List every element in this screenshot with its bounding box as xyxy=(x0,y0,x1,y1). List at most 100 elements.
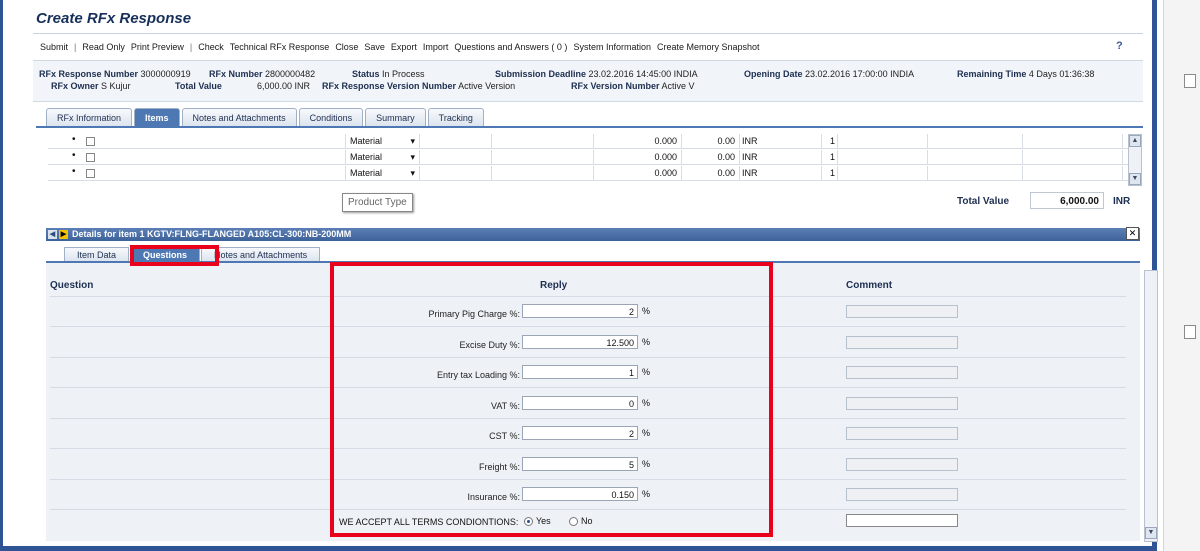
create-memory-snapshot-button[interactable]: Create Memory Snapshot xyxy=(657,42,760,52)
toolbar-separator: | xyxy=(74,42,77,52)
rfx-owner: S Kujur xyxy=(101,81,131,91)
technical-rfx-response-button[interactable]: Technical RFx Response xyxy=(230,42,330,52)
response-version-label: RFx Response Version Number xyxy=(322,81,457,91)
tab-items[interactable]: Items xyxy=(134,108,180,127)
product-type-select[interactable]: Material ▾ xyxy=(348,134,420,148)
grid-cell[interactable] xyxy=(492,166,594,180)
status-value: In Process xyxy=(382,69,425,79)
terms-comment-input[interactable] xyxy=(846,514,958,527)
item-description-cell[interactable] xyxy=(128,134,346,148)
price-cell[interactable]: 0.00 xyxy=(682,166,740,180)
check-button[interactable]: Check xyxy=(198,42,224,52)
grid-cell[interactable] xyxy=(420,150,492,164)
details-title: Details for item 1 KGTV:FLNG-FLANGED A10… xyxy=(72,229,352,239)
unit-cell[interactable]: 1 xyxy=(822,166,838,180)
rfx-response-number-label: RFx Response Number xyxy=(39,69,139,79)
product-type-value: Material xyxy=(350,168,383,178)
tab-rfx-information[interactable]: RFx Information xyxy=(46,108,133,127)
grid-cell[interactable] xyxy=(928,150,1023,164)
scroll-up-icon[interactable]: ▲ xyxy=(1129,135,1141,147)
import-button[interactable]: Import xyxy=(423,42,449,52)
save-button[interactable]: Save xyxy=(364,42,385,52)
submit-button[interactable]: Submit xyxy=(40,42,68,52)
read-only-button[interactable]: Read Only xyxy=(82,42,125,52)
product-type-select[interactable]: Material ▾ xyxy=(348,150,420,164)
details-header: ◀ ▶ Details for item 1 KGTV:FLNG-FLANGED… xyxy=(46,228,1140,241)
dropdown-arrow-icon: ▾ xyxy=(410,152,415,162)
item-description-cell[interactable] xyxy=(128,166,346,180)
primary-pig-charge-comment xyxy=(846,305,958,318)
opening-date-label: Opening Date xyxy=(744,69,803,79)
grid-cell[interactable] xyxy=(838,134,928,148)
close-button[interactable]: Close xyxy=(335,42,358,52)
grid-cell[interactable] xyxy=(492,134,594,148)
export-button[interactable]: Export xyxy=(391,42,417,52)
submission-deadline: 23.02.2016 14:45:00 INDIA xyxy=(588,69,698,79)
currency-cell[interactable]: INR xyxy=(740,150,822,164)
side-panel xyxy=(1163,0,1200,551)
grid-cell[interactable] xyxy=(420,166,492,180)
insurance-comment xyxy=(846,488,958,501)
panel-icon[interactable] xyxy=(1184,325,1196,339)
close-icon[interactable]: ✕ xyxy=(1126,227,1139,240)
quantity-cell[interactable]: 0.000 xyxy=(594,166,682,180)
system-information-button[interactable]: System Information xyxy=(573,42,651,52)
price-cell[interactable]: 0.00 xyxy=(682,150,740,164)
questions-scrollbar[interactable]: ▼ xyxy=(1144,270,1158,542)
currency-cell[interactable]: INR xyxy=(740,166,822,180)
grid-cell[interactable] xyxy=(928,166,1023,180)
grid-cell[interactable] xyxy=(420,134,492,148)
title-divider xyxy=(33,33,1143,34)
item-description-cell[interactable] xyxy=(128,150,346,164)
document-icon[interactable] xyxy=(1184,74,1196,88)
scroll-down-icon[interactable]: ▼ xyxy=(1129,173,1141,185)
next-item-icon[interactable]: ▶ xyxy=(59,230,68,239)
reply-column-highlight xyxy=(330,262,773,537)
help-icon[interactable]: ? xyxy=(1116,40,1123,52)
grid-cell[interactable] xyxy=(1023,166,1123,180)
grid-cell[interactable] xyxy=(1023,134,1123,148)
rfx-owner-label: RFx Owner xyxy=(51,81,99,91)
header-info: RFx Response Number 3000000919 RFx Numbe… xyxy=(33,60,1143,102)
table-row[interactable]: • Material ▾ 0.000 0.00 INR 1 xyxy=(48,134,1128,149)
currency-cell[interactable]: INR xyxy=(740,134,822,148)
rfx-response-number: 3000000919 xyxy=(140,69,191,79)
tab-conditions[interactable]: Conditions xyxy=(298,108,364,127)
items-scrollbar[interactable]: ▲ ▼ xyxy=(1128,134,1142,186)
quantity-cell[interactable]: 0.000 xyxy=(594,134,682,148)
rfx-version-label: RFx Version Number xyxy=(571,81,660,91)
grid-cell[interactable] xyxy=(928,134,1023,148)
unit-cell[interactable]: 1 xyxy=(822,134,838,148)
scroll-down-icon[interactable]: ▼ xyxy=(1145,527,1157,539)
row-select-checkbox[interactable] xyxy=(86,169,95,178)
table-row[interactable]: • Material ▾ 0.000 0.00 INR 1 xyxy=(48,150,1128,165)
row-select-checkbox[interactable] xyxy=(86,153,95,162)
print-preview-button[interactable]: Print Preview xyxy=(131,42,184,52)
row-select-checkbox[interactable] xyxy=(86,137,95,146)
tab-tracking[interactable]: Tracking xyxy=(427,108,484,127)
submission-deadline-label: Submission Deadline xyxy=(495,69,587,79)
table-row[interactable]: • Material ▾ 0.000 0.00 INR 1 xyxy=(48,166,1128,181)
product-type-select[interactable]: Material ▾ xyxy=(348,166,420,180)
quantity-cell[interactable]: 0.000 xyxy=(594,150,682,164)
grid-cell[interactable] xyxy=(492,150,594,164)
tabs-underline xyxy=(36,126,1143,128)
excise-duty-comment xyxy=(846,336,958,349)
tab-summary[interactable]: Summary xyxy=(365,108,426,127)
product-type-tooltip: Product Type xyxy=(342,193,413,212)
price-cell[interactable]: 0.00 xyxy=(682,134,740,148)
grid-cell[interactable] xyxy=(838,166,928,180)
unit-cell[interactable]: 1 xyxy=(822,150,838,164)
vat-comment xyxy=(846,397,958,410)
toolbar-separator: | xyxy=(189,42,193,52)
rfx-version: Active V xyxy=(661,81,695,91)
toolbar: Submit | Read Only Print Preview | Check… xyxy=(40,40,766,54)
questions-and-answers-button[interactable]: Questions and Answers ( 0 ) xyxy=(454,42,567,52)
dropdown-arrow-icon: ▾ xyxy=(410,136,415,146)
tab-notes-and-attachments[interactable]: Notes and Attachments xyxy=(181,108,297,127)
previous-item-icon[interactable]: ◀ xyxy=(48,230,57,239)
grid-cell[interactable] xyxy=(838,150,928,164)
tab-item-data[interactable]: Item Data xyxy=(64,247,130,262)
grid-cell[interactable] xyxy=(1023,150,1123,164)
opening-date: 23.02.2016 17:00:00 INDIA xyxy=(805,69,915,79)
